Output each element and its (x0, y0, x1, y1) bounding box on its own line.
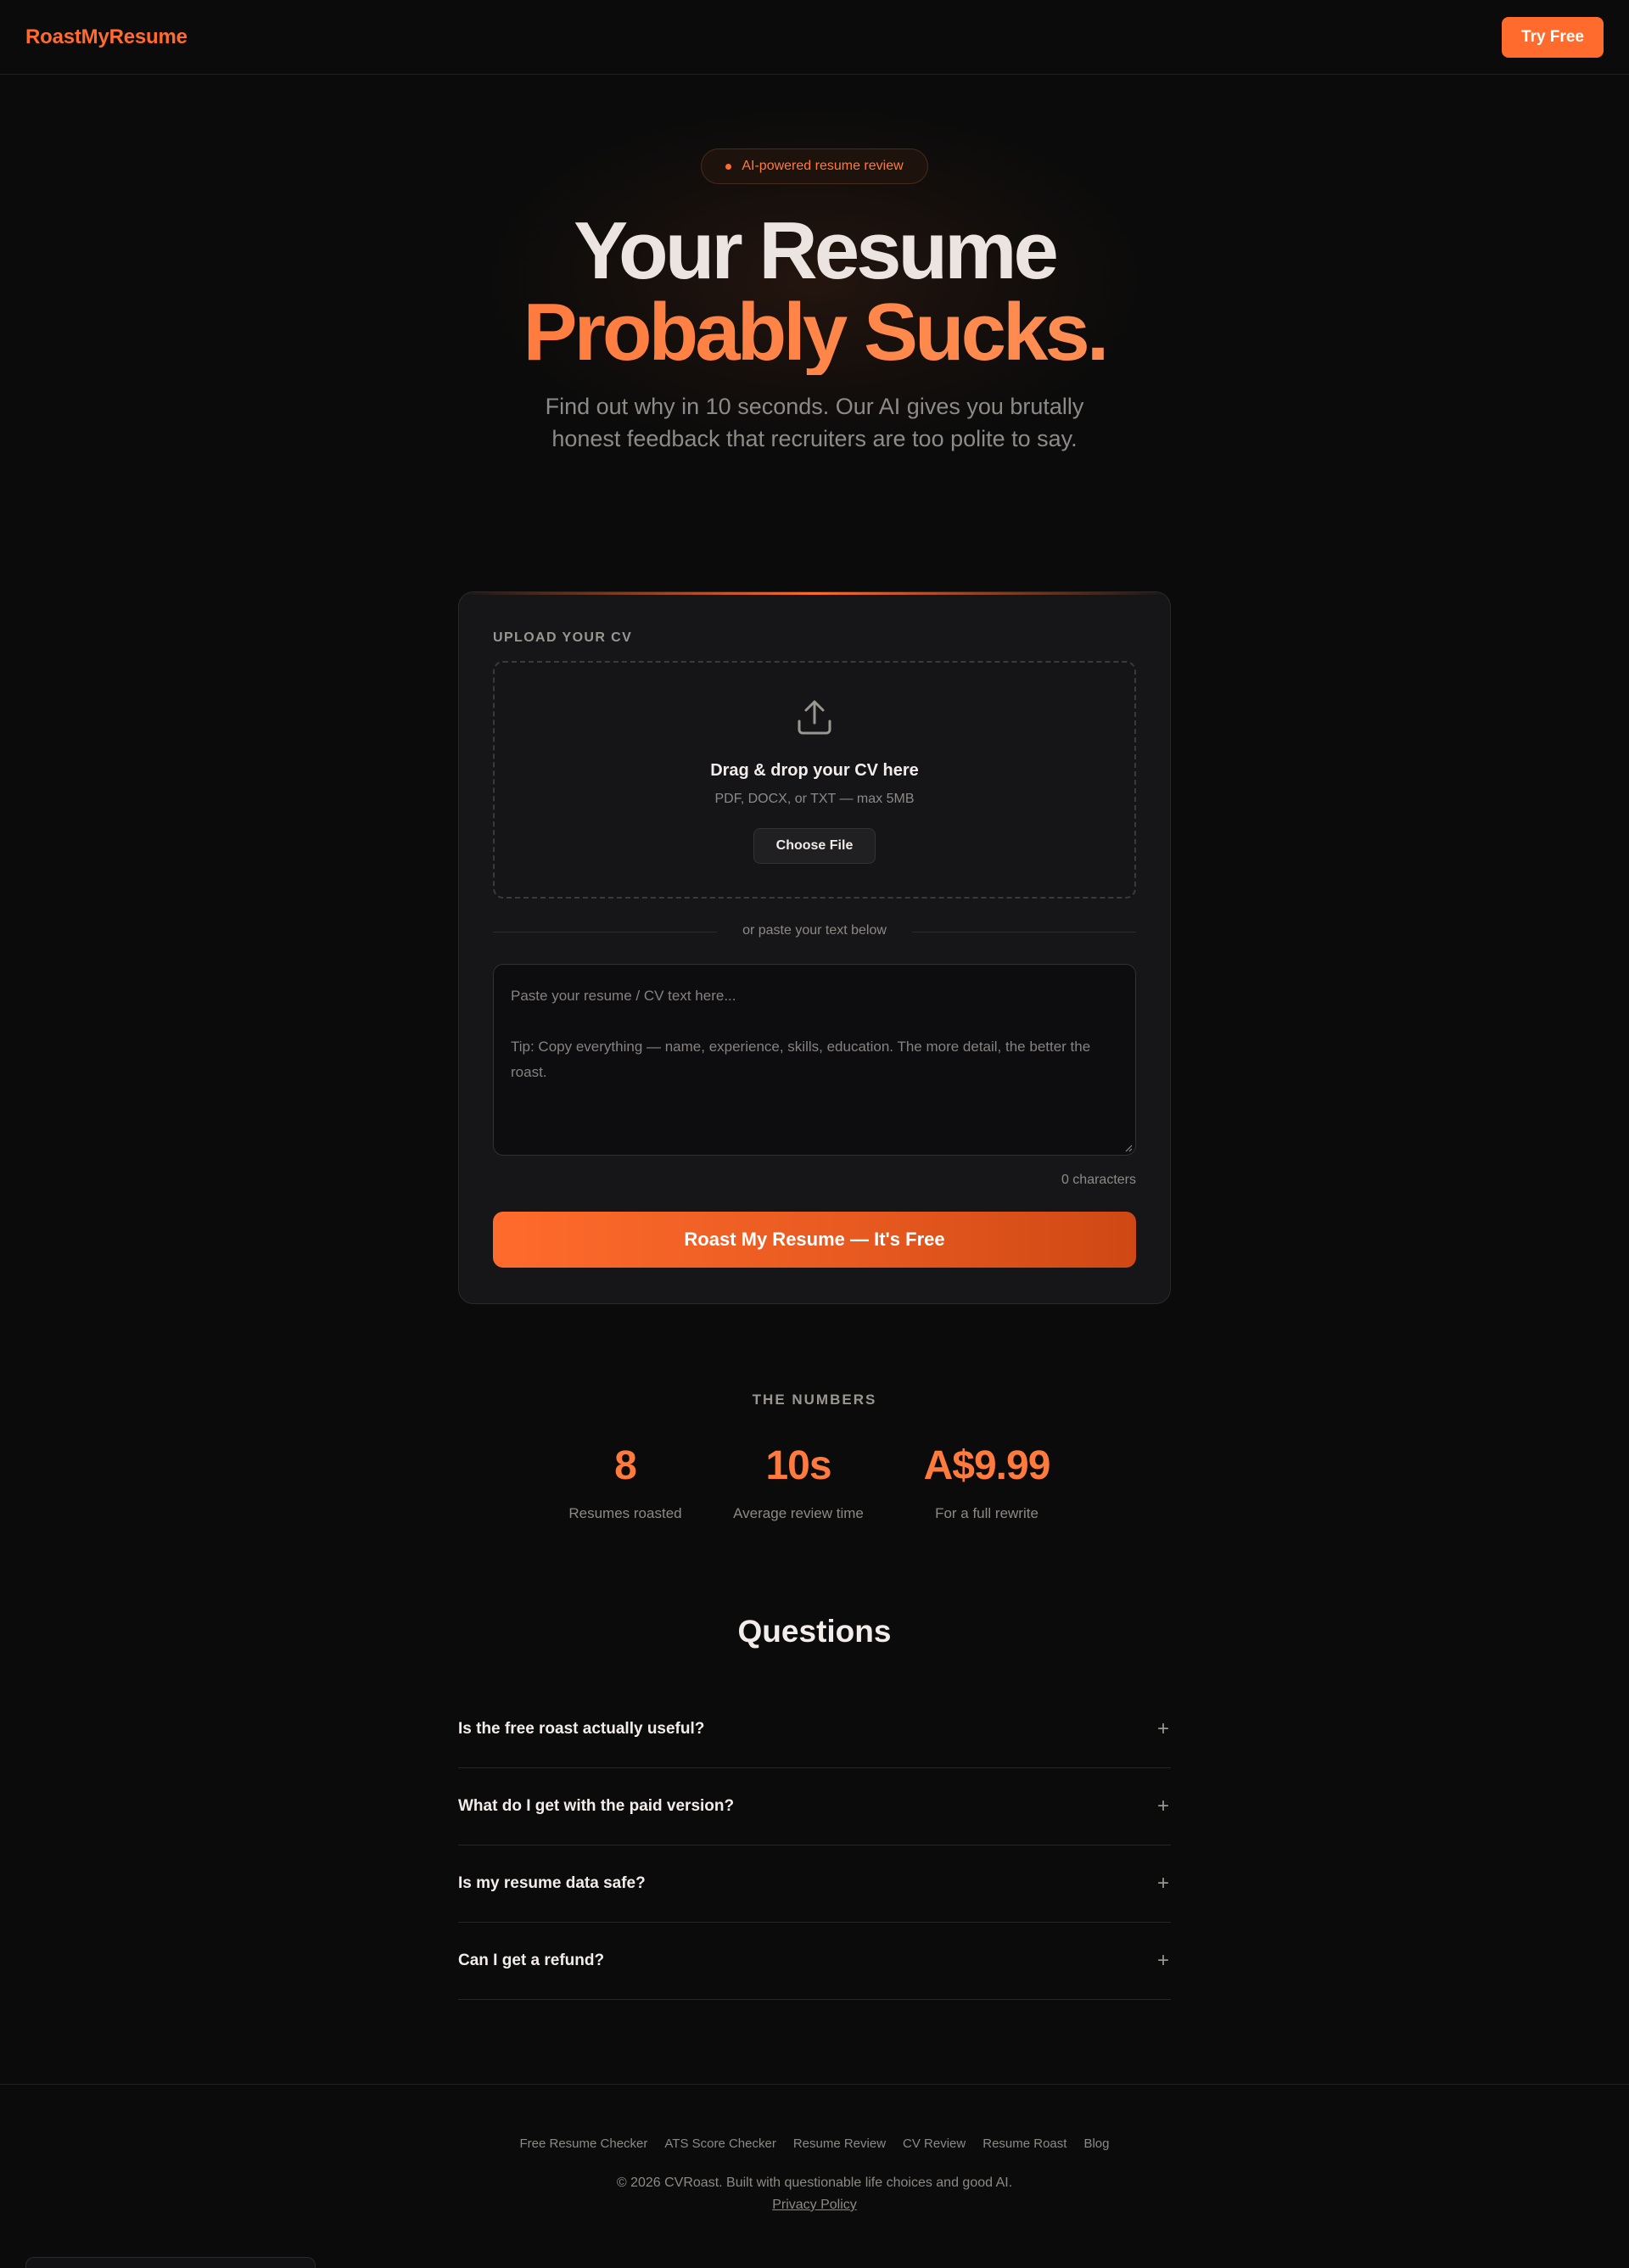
hero-subtitle: Find out why in 10 seconds. Our AI gives… (545, 394, 1084, 451)
stat-label: For a full rewrite (935, 1505, 1038, 1521)
footer-link-resume-roast[interactable]: Resume Roast (982, 2136, 1066, 2151)
footer-link-blog[interactable]: Blog (1083, 2136, 1109, 2151)
faq-item[interactable]: What do I get with the paid version? + (458, 1768, 1171, 1845)
hero-title-line1: Your Resume (574, 205, 1059, 296)
faq-question: What do I get with the paid version? (458, 1797, 735, 1815)
plus-icon[interactable]: + (1157, 1795, 1171, 1818)
faq-title: Questions (737, 1614, 892, 1649)
upload-icon (798, 700, 831, 735)
footer-link-cv-review[interactable]: CV Review (903, 2136, 966, 2151)
badge-label: AI-powered resume review (742, 159, 904, 173)
plus-icon[interactable]: + (1157, 1717, 1171, 1741)
numbers-section-title: THE NUMBERS (752, 1392, 877, 1408)
ai-badge: AI-powered resume review (701, 148, 928, 184)
dropzone-title: Drag & drop your CV here (710, 761, 919, 780)
faq-question: Is the free roast actually useful? (458, 1720, 705, 1738)
faq-item[interactable]: Is my resume data safe? + (458, 1845, 1171, 1923)
resize-grip-icon[interactable] (1124, 1144, 1133, 1152)
stat-label: Average review time (733, 1505, 864, 1521)
site-header: RoastMyResume Try Free (0, 0, 1629, 75)
footer-link-resume-review[interactable]: Resume Review (793, 2136, 886, 2151)
resume-text-input[interactable]: Paste your resume / CV text here... Tip:… (493, 964, 1136, 1156)
character-count: 0 characters (1061, 1173, 1136, 1187)
logo[interactable]: RoastMyResume (25, 25, 188, 49)
roast-submit-button[interactable]: Roast My Resume — It's Free (493, 1212, 1136, 1268)
dropzone-hint: PDF, DOCX, or TXT — max 5MB (714, 792, 915, 806)
badge-dot-icon (725, 163, 732, 170)
divider-text: or paste your text below (742, 923, 887, 938)
footer-link-free-resume-checker[interactable]: Free Resume Checker (520, 2136, 648, 2151)
faq-question: Is my resume data safe? (458, 1874, 646, 1892)
hero-title-line2: Probably Sucks. (0, 290, 1629, 375)
choose-file-button[interactable]: Choose File (753, 828, 876, 864)
footer-link-ats-score-checker[interactable]: ATS Score Checker (664, 2136, 775, 2151)
stat-value: 8 (614, 1443, 637, 1488)
floating-widget[interactable] (25, 2257, 316, 2268)
stat-value: A$9.99 (923, 1443, 1051, 1488)
stat-label: Resumes roasted (568, 1505, 682, 1521)
privacy-policy-link[interactable]: Privacy Policy (772, 2198, 857, 2212)
plus-icon[interactable]: + (1157, 1872, 1171, 1896)
faq-item[interactable]: Can I get a refund? + (458, 1923, 1171, 2000)
plus-icon[interactable]: + (1157, 1949, 1171, 1973)
copyright: © 2026 CVRoast. Built with questionable … (616, 2176, 1013, 2190)
faq-question: Can I get a refund? (458, 1952, 605, 1969)
footer-divider (0, 2084, 1629, 2085)
stat-value: 10s (765, 1443, 831, 1488)
try-free-button[interactable]: Try Free (1502, 16, 1604, 58)
upload-section-label: UPLOAD YOUR CV (493, 630, 633, 645)
faq-item[interactable]: Is the free roast actually useful? + (458, 1691, 1171, 1768)
privacy-link-wrap: Privacy Policy (0, 2198, 1629, 2213)
footer-links: Free Resume Checker ATS Score Checker Re… (0, 2136, 1629, 2151)
card-accent-line (459, 592, 1170, 595)
